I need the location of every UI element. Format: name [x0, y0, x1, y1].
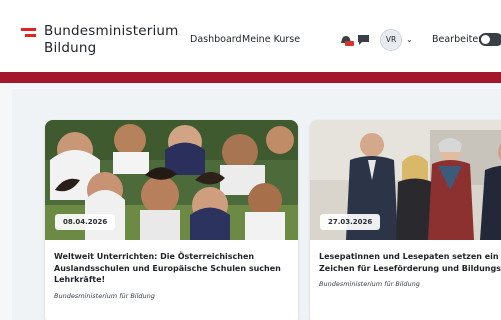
news-title-line: Lesepatinnen und Lesepaten setzen ein st…	[319, 252, 501, 261]
news-card-image: 08.04.2026	[45, 120, 298, 240]
news-title-line: Zeichen für Leseförderung und Bildungsge…	[319, 263, 501, 273]
news-card-title[interactable]: Lesepatinnen und Lesepaten setzen ein st…	[319, 251, 501, 274]
news-title-line: Auslandsschulen und Europäische Schulen …	[54, 263, 281, 273]
news-title-line: Lehrkräfte!	[54, 275, 106, 284]
news-card[interactable]: 08.04.2026 Weltweit Unterrichten: Die Ös…	[45, 120, 298, 320]
chevron-down-icon[interactable]: ⌄	[406, 35, 413, 44]
brand-color-band	[0, 72, 501, 83]
top-navbar: Bundesministerium Bildung Dashboard Mein…	[0, 0, 501, 72]
bell-icon[interactable]	[340, 35, 354, 46]
news-card-author: Bundesministerium für Bildung	[54, 292, 155, 300]
news-card-image: 27.03.2026	[310, 120, 501, 240]
news-card-author: Bundesministerium für Bildung	[319, 280, 420, 288]
edit-mode-toggle[interactable]	[479, 33, 501, 46]
brand-line-2: Bildung	[44, 40, 97, 56]
news-card-title[interactable]: Weltweit Unterrichten: Die Österreichisc…	[54, 251, 294, 286]
news-date-badge: 27.03.2026	[320, 214, 381, 230]
site-logo-text[interactable]: Bundesministerium Bildung	[44, 23, 179, 57]
news-card[interactable]: 27.03.2026 Lesepatinnen und Lesepaten se…	[310, 120, 501, 320]
edit-mode-label: Bearbeiten	[432, 34, 485, 45]
news-title-line: Weltweit Unterrichten: Die Österreichisc…	[54, 252, 255, 261]
toggle-knob	[481, 35, 490, 44]
brand-line-1: Bundesministerium	[44, 23, 179, 39]
user-avatar[interactable]: VR	[380, 29, 402, 51]
news-date-badge: 08.04.2026	[55, 214, 116, 230]
austria-flag-icon[interactable]	[21, 28, 36, 38]
app-window: Bundesministerium Bildung Dashboard Mein…	[0, 0, 501, 320]
nav-my-courses-link[interactable]: Meine Kurse	[242, 34, 300, 45]
nav-dashboard-link[interactable]: Dashboard	[190, 34, 242, 45]
chat-icon[interactable]	[358, 35, 369, 45]
